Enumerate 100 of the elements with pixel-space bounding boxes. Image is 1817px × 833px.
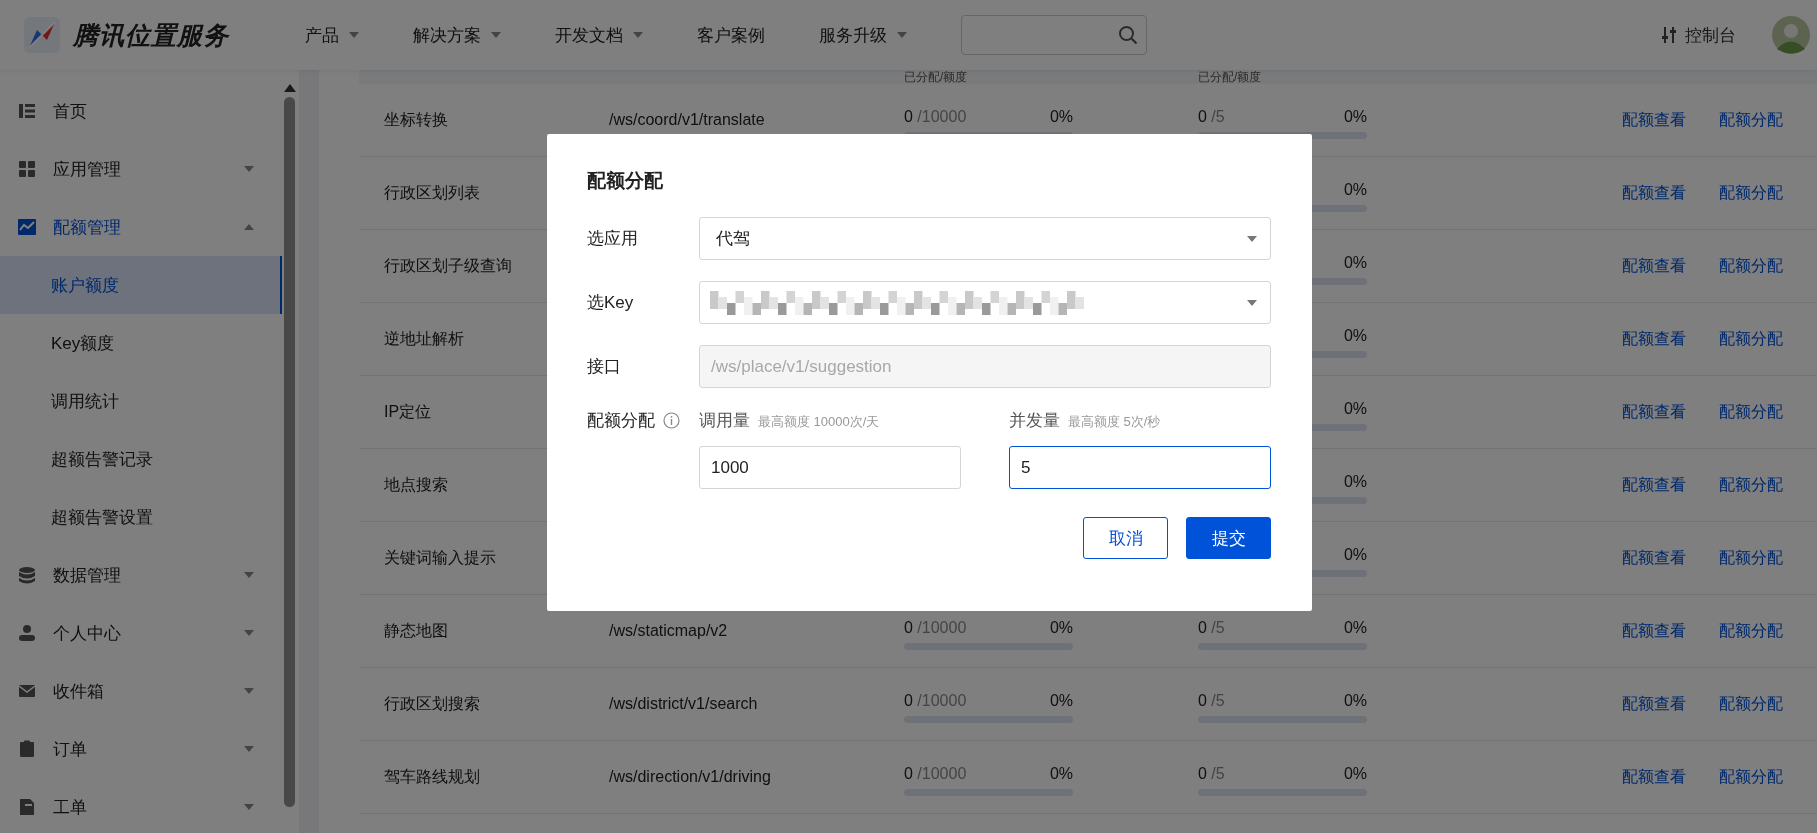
column-heading: 已分配/额度: [1198, 70, 1262, 84]
sidebar-item[interactable]: 超额告警设置: [0, 488, 280, 546]
nav-link[interactable]: 解决方案: [413, 23, 501, 47]
percent-label: 0%: [1049, 107, 1073, 126]
percent-label: 0%: [1343, 326, 1367, 345]
table-cell: 0 /5: [1198, 107, 1225, 126]
table-cell: 行政区划子级查询: [384, 256, 512, 274]
table-cell: /ws/staticmap/v2: [609, 622, 728, 639]
table-cell: /ws/direction/v1/driving: [609, 768, 771, 785]
sidebar-item[interactable]: 数据管理: [0, 546, 280, 604]
field-label: 选应用: [587, 228, 639, 250]
nav-link[interactable]: 产品: [305, 23, 359, 47]
input-field[interactable]: 5: [1009, 446, 1271, 489]
text-link[interactable]: 配额查看: [1622, 255, 1686, 277]
text-link[interactable]: 配额分配: [1719, 474, 1783, 496]
percent-label: 0%: [1049, 618, 1073, 637]
text-link[interactable]: 配额分配: [1719, 182, 1783, 204]
text-link[interactable]: 配额查看: [1622, 693, 1686, 715]
text-link[interactable]: 配额查看: [1622, 401, 1686, 423]
percent-label: 0%: [1343, 618, 1367, 637]
input-field[interactable]: 1000: [699, 446, 961, 489]
sidebar-item[interactable]: 工单: [0, 778, 280, 833]
sidebar-item[interactable]: 个人中心: [0, 604, 280, 662]
text-link[interactable]: 配额查看: [1622, 547, 1686, 569]
table-cell: 0 /10000: [904, 691, 967, 710]
table-cell: 0 /5: [1198, 618, 1225, 637]
table-cell: 0 /10000: [904, 764, 967, 783]
field-label: 并发量: [1009, 410, 1060, 432]
sidebar-item[interactable]: 超额告警记录: [0, 430, 280, 488]
sidebar-item[interactable]: Key额度: [0, 314, 280, 372]
cancel-button[interactable]: 取消: [1083, 517, 1168, 559]
nav-link[interactable]: 开发文档: [555, 23, 643, 47]
text-link[interactable]: 配额分配: [1719, 620, 1783, 642]
mail-icon: [18, 682, 36, 700]
console-link[interactable]: 控制台: [1661, 23, 1736, 47]
field-label: 选Key: [587, 292, 635, 314]
percent-label: 0%: [1343, 472, 1367, 491]
info-icon: [663, 412, 680, 429]
dialog-title: 配额分配: [587, 169, 664, 193]
table-cell: 坐标转换: [384, 110, 448, 128]
sidebar-item[interactable]: 应用管理: [0, 140, 280, 198]
text-link[interactable]: 配额查看: [1622, 474, 1686, 496]
table-cell: /ws/coord/v1/translate: [609, 111, 765, 128]
search-field[interactable]: [961, 15, 1147, 55]
text-link[interactable]: 配额分配: [1719, 547, 1783, 569]
text-link[interactable]: 配额分配: [1719, 255, 1783, 277]
table-cell: 地点搜索: [384, 475, 448, 493]
hint-text: 最高额度 5次/秒: [1068, 413, 1161, 431]
percent-label: 0%: [1049, 691, 1073, 710]
sidebar-item[interactable]: 收件箱: [0, 662, 280, 720]
scroll-up-icon: [283, 84, 296, 92]
table-cell: 驾车路线规划: [384, 767, 480, 785]
table-cell: IP定位: [384, 402, 432, 420]
search-icon: [1118, 25, 1138, 45]
chart-icon: [18, 218, 36, 236]
nav-link[interactable]: 客户案例: [697, 23, 765, 47]
grid-icon: [18, 160, 36, 178]
clipboard-icon: [18, 740, 36, 758]
percent-label: 0%: [1343, 691, 1367, 710]
percent-label: 0%: [1343, 180, 1367, 199]
text-link[interactable]: 配额分配: [1719, 109, 1783, 131]
database-icon: [18, 566, 36, 584]
brand-name: 腾讯位置服务: [73, 19, 229, 51]
person-icon: [18, 624, 36, 642]
input-field: /ws/place/v1/suggestion: [699, 345, 1271, 388]
percent-label: 0%: [1343, 545, 1367, 564]
table-cell: 0 /5: [1198, 691, 1225, 710]
text-link[interactable]: 配额分配: [1719, 693, 1783, 715]
sidebar-item[interactable]: 首页: [0, 82, 280, 140]
text-link[interactable]: 配额查看: [1622, 620, 1686, 642]
sliders-icon: [1661, 26, 1677, 44]
text-link[interactable]: 配额查看: [1622, 328, 1686, 350]
sidebar-item[interactable]: 订单: [0, 720, 280, 778]
logo-icon: [23, 16, 61, 54]
table-cell: 0 /10000: [904, 107, 967, 126]
text-link[interactable]: 配额分配: [1719, 401, 1783, 423]
avatar: [1772, 16, 1810, 54]
field-label: 调用量: [699, 410, 750, 432]
table-cell: 逆地址解析: [384, 329, 464, 347]
text-link[interactable]: 配额查看: [1622, 766, 1686, 788]
nav-link[interactable]: 服务升级: [819, 23, 907, 47]
caret-icon: [1247, 299, 1257, 306]
scrollbar-thumb[interactable]: [284, 97, 295, 807]
select-field[interactable]: [699, 281, 1271, 324]
sidebar-item[interactable]: 配额管理: [0, 198, 280, 256]
text-link[interactable]: 配额分配: [1719, 328, 1783, 350]
text-link[interactable]: 配额查看: [1622, 109, 1686, 131]
field-label: 接口: [587, 356, 622, 378]
table-cell: 行政区划列表: [384, 183, 480, 201]
column-heading: 已分配/额度: [904, 70, 968, 84]
sidebar-item[interactable]: 账户额度: [0, 256, 282, 314]
text-link[interactable]: 配额查看: [1622, 182, 1686, 204]
table-cell: /ws/district/v1/search: [609, 695, 758, 712]
sidebar-item[interactable]: 调用统计: [0, 372, 280, 430]
table-cell: 0 /10000: [904, 618, 967, 637]
table-cell: 静态地图: [384, 621, 448, 639]
percent-label: 0%: [1049, 764, 1073, 783]
submit-button[interactable]: 提交: [1186, 517, 1271, 559]
text-link[interactable]: 配额分配: [1719, 766, 1783, 788]
select-field[interactable]: 代驾: [699, 217, 1271, 260]
